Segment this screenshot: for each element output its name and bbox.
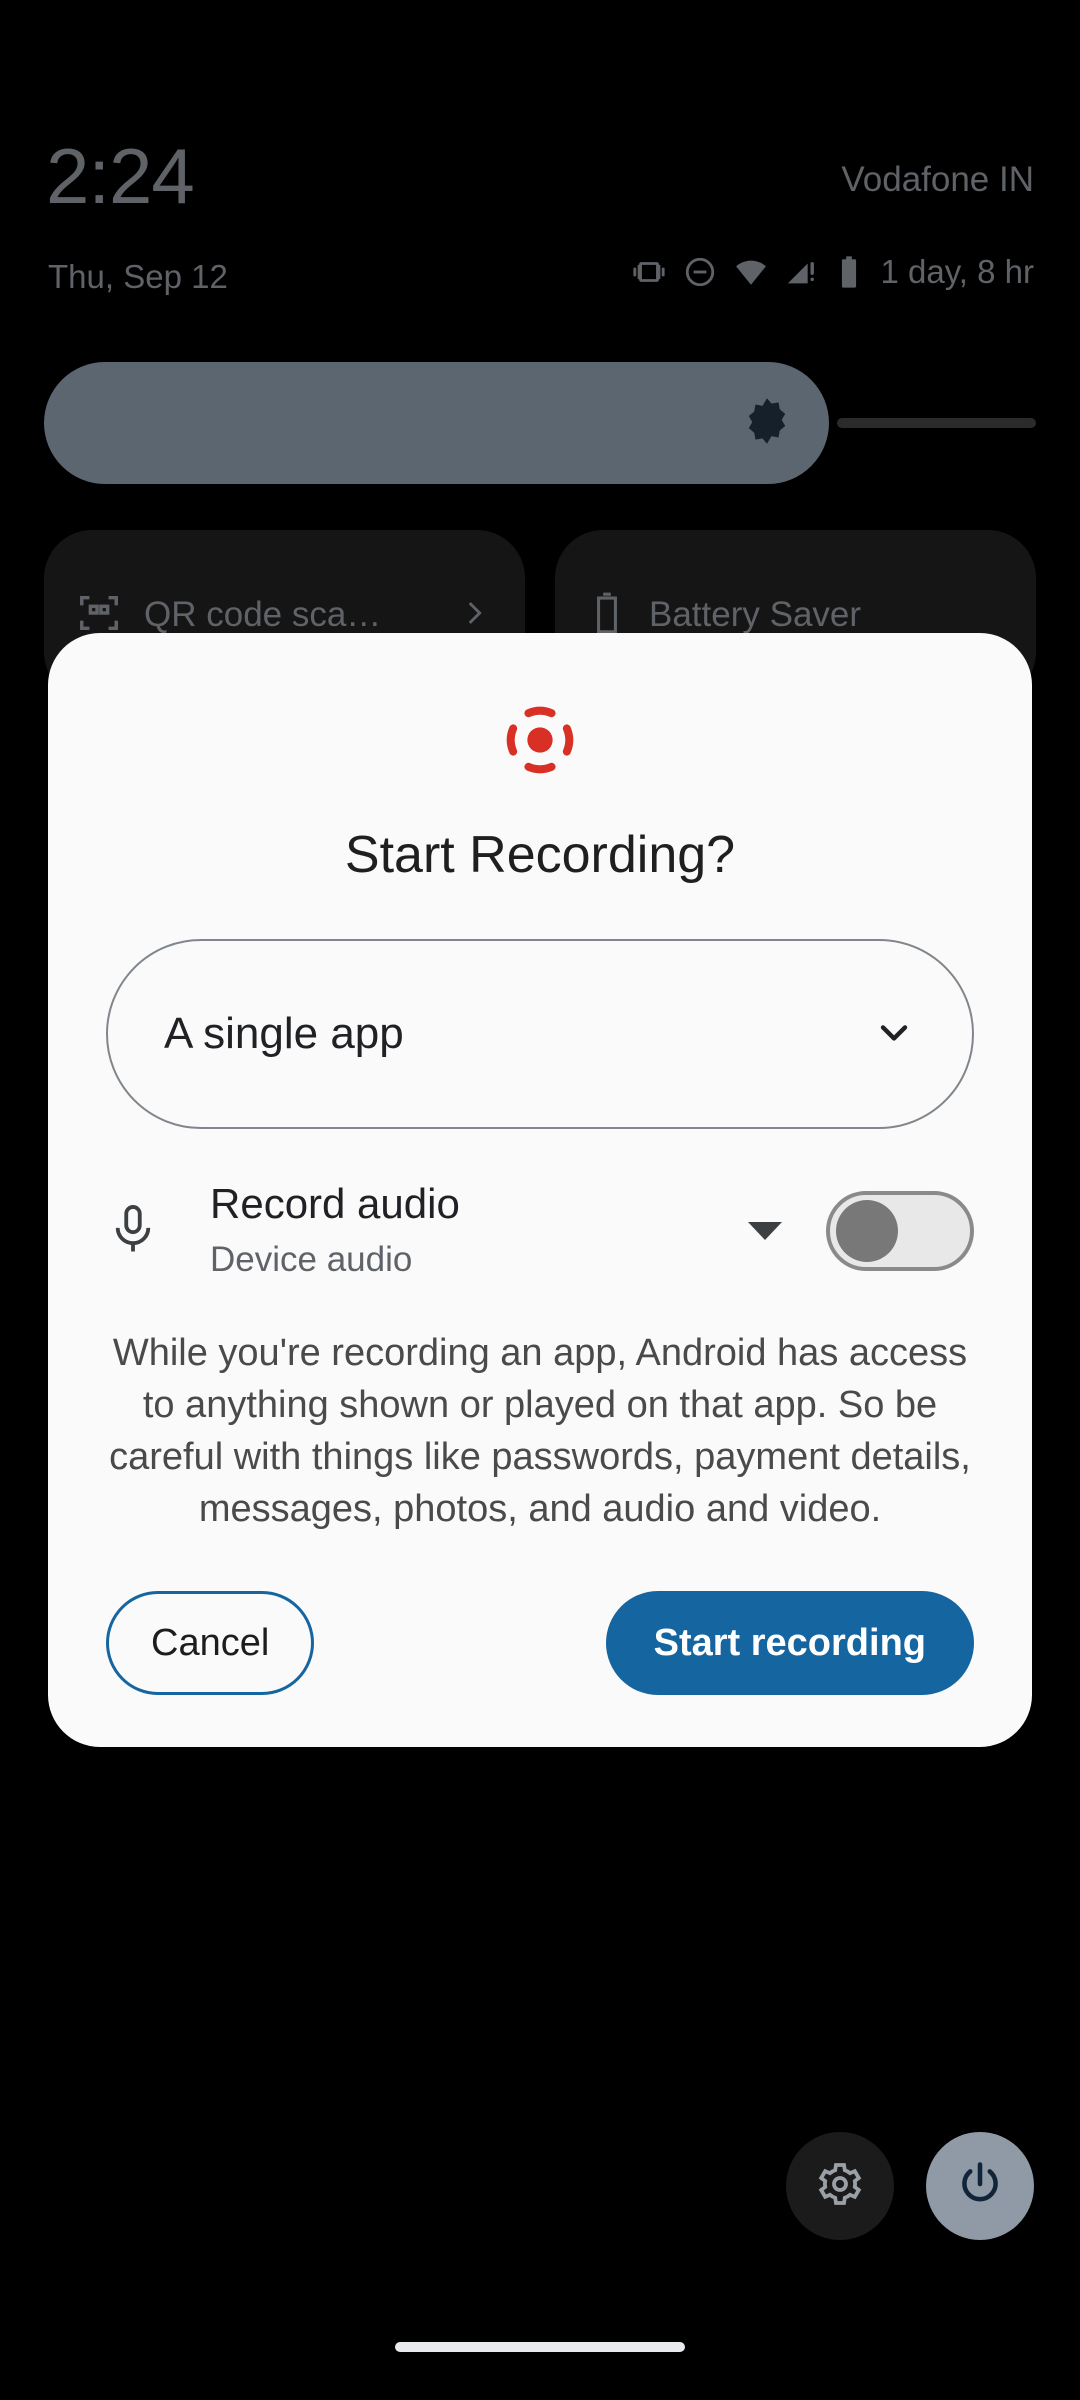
dialog-body-text: While you're recording an app, Android h… [109, 1332, 971, 1530]
do-not-disturb-icon [683, 255, 717, 289]
settings-button[interactable] [786, 2132, 894, 2240]
record-audio-source: Device audio [210, 1240, 413, 1279]
record-audio-texts: Record audio Device audio [210, 1178, 748, 1284]
record-audio-row: Record audio Device audio [106, 1171, 974, 1291]
record-audio-label: Record audio [210, 1180, 460, 1227]
vibrate-icon [632, 255, 666, 289]
clock-time[interactable]: 2:24 [46, 132, 195, 220]
cancel-button[interactable]: Cancel [106, 1591, 315, 1695]
carrier-label: Vodafone IN [841, 160, 1034, 199]
start-recording-button[interactable]: Start recording [605, 1591, 974, 1695]
record-audio-toggle[interactable] [826, 1191, 974, 1271]
brightness-icon [741, 395, 793, 452]
tile-label: Battery Saver [649, 595, 862, 634]
power-icon [954, 2158, 1006, 2215]
clock-date: Thu, Sep 12 [48, 258, 228, 295]
gear-icon [816, 2160, 864, 2213]
caret-down-icon[interactable] [748, 1222, 782, 1240]
chevron-right-icon[interactable] [457, 596, 491, 635]
android-quick-settings-screen: 2:24 Vodafone IN Thu, Sep 12 1 day, 8 hr… [0, 0, 1080, 2400]
footer-buttons [786, 2132, 1034, 2240]
battery-icon [836, 255, 862, 289]
toggle-knob [836, 1200, 898, 1262]
brightness-row [44, 362, 1036, 484]
recording-scope-value: A single app [164, 1009, 404, 1058]
battery-estimate-label: 1 day, 8 hr [880, 253, 1034, 290]
tile-label: QR code sca… [144, 595, 382, 634]
cellular-signal-icon [785, 255, 819, 289]
wifi-icon [734, 255, 768, 289]
dialog-title: Start Recording? [344, 826, 736, 884]
home-indicator[interactable] [395, 2342, 685, 2352]
status-icons: 1 day, 8 hr [632, 253, 1034, 291]
chevron-down-icon [872, 1010, 916, 1059]
dialog-actions: Cancel Start recording [106, 1591, 974, 1695]
screen-record-icon [48, 703, 1032, 777]
microphone-icon [106, 1195, 168, 1268]
brightness-track-remainder [836, 418, 1036, 428]
start-recording-dialog: Start Recording? A single app Record aud… [48, 633, 1032, 1747]
recording-scope-spinner[interactable]: A single app [106, 939, 974, 1129]
power-button[interactable] [926, 2132, 1034, 2240]
brightness-slider[interactable] [44, 362, 829, 484]
